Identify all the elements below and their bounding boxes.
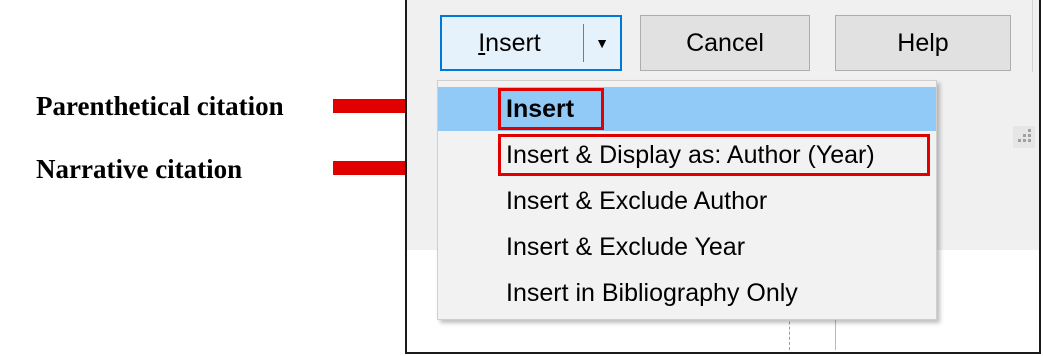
menu-item-insert-exclude-author[interactable]: Insert & Exclude Author — [438, 179, 936, 223]
menu-item-insert[interactable]: Insert — [438, 87, 936, 131]
insert-split-button[interactable]: Insert ▼ — [440, 15, 622, 71]
menu-item-label: Insert — [506, 94, 575, 123]
menu-item-insert-display-author-year[interactable]: Insert & Display as: Author (Year) — [438, 133, 936, 177]
insert-button-label: Insert — [478, 28, 541, 57]
annotation-label-narrative: Narrative citation — [36, 154, 243, 184]
annotation-label-parenthetical: Parenthetical citation — [36, 91, 284, 121]
menu-item-label: Insert in Bibliography Only — [506, 278, 798, 307]
insert-button[interactable]: Insert — [442, 17, 583, 69]
insert-options-menu: Insert Insert & Display as: Author (Year… — [437, 80, 937, 320]
menu-item-insert-bibliography-only[interactable]: Insert in Bibliography Only — [438, 271, 936, 315]
resize-grip-icon[interactable] — [1013, 126, 1035, 148]
cancel-button[interactable]: Cancel — [640, 15, 810, 71]
help-button[interactable]: Help — [835, 15, 1011, 71]
menu-item-label: Insert & Display as: Author (Year) — [506, 140, 875, 169]
menu-item-label: Insert & Exclude Year — [506, 232, 746, 261]
menu-item-insert-exclude-year[interactable]: Insert & Exclude Year — [438, 225, 936, 269]
chevron-down-icon[interactable]: ▼ — [584, 17, 620, 69]
menu-item-label: Insert & Exclude Author — [506, 186, 768, 215]
citation-dialog: Insert ▼ Cancel Help Insert Insert & Dis… — [405, 0, 1041, 354]
